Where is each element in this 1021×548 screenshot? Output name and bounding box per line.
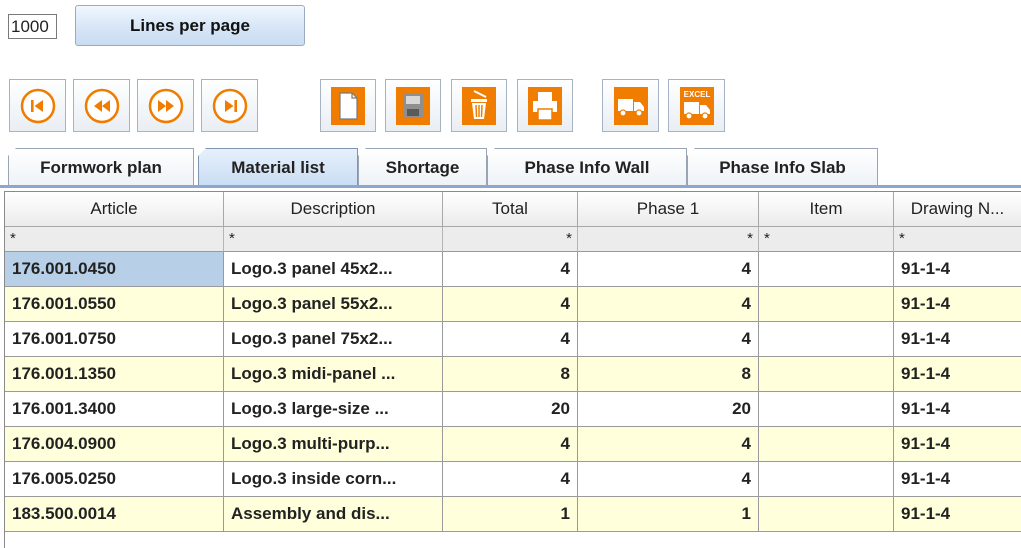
cell-total[interactable]: 4: [443, 252, 578, 287]
cell-phase-1[interactable]: 1: [578, 497, 759, 532]
previous-page-icon: [84, 88, 119, 123]
cell-description[interactable]: Assembly and dis...: [224, 497, 443, 532]
table-row[interactable]: 176.001.3400 Logo.3 large-size ... 20 20 91-…: [5, 392, 1021, 427]
tab-formwork-plan[interactable]: Formwork plan: [8, 148, 194, 186]
cell-article[interactable]: 176.004.0900: [5, 427, 224, 462]
table-row[interactable]: 176.004.0900 Logo.3 multi-purp... 4 4 91-1-4: [5, 427, 1021, 462]
save-icon: [396, 86, 430, 125]
filter-drawing-number[interactable]: *: [894, 227, 1021, 252]
first-page-icon: [20, 88, 55, 123]
cell-description[interactable]: Logo.3 panel 45x2...: [224, 252, 443, 287]
cell-article[interactable]: 176.005.0250: [5, 462, 224, 497]
cell-description[interactable]: Logo.3 panel 55x2...: [224, 287, 443, 322]
material-table: Article Description Total Phase 1 Item D…: [4, 191, 1021, 548]
table-row[interactable]: 183.500.0014 Assembly and dis... 1 1 91-1-4: [5, 497, 1021, 532]
first-page-button[interactable]: [9, 79, 66, 132]
new-document-icon: [331, 86, 365, 125]
cell-phase-1[interactable]: 4: [578, 322, 759, 357]
next-page-button[interactable]: [137, 79, 194, 132]
cell-phase-1[interactable]: 4: [578, 287, 759, 322]
excel-label: EXCEL: [683, 90, 710, 99]
save-button[interactable]: [385, 79, 441, 132]
cell-total[interactable]: 4: [443, 462, 578, 497]
cell-item[interactable]: [759, 287, 894, 322]
filter-total[interactable]: *: [443, 227, 578, 252]
next-page-icon: [148, 88, 183, 123]
lines-per-page-button[interactable]: Lines per page: [75, 5, 305, 46]
tab-phase-info-slab[interactable]: Phase Info Slab: [687, 148, 878, 186]
table-row[interactable]: 176.001.0450 Logo.3 panel 45x2... 4 4 91-1-4: [5, 252, 1021, 287]
cell-total[interactable]: 20: [443, 392, 578, 427]
tab-bar: Formwork plan Material list Shortage Pha…: [0, 148, 1021, 187]
print-icon: [528, 86, 562, 125]
cell-description[interactable]: Logo.3 panel 75x2...: [224, 322, 443, 357]
column-header-phase-1[interactable]: Phase 1: [578, 192, 759, 227]
excel-export-button[interactable]: EXCEL: [668, 79, 725, 132]
filter-item[interactable]: *: [759, 227, 894, 252]
cell-description[interactable]: Logo.3 inside corn...: [224, 462, 443, 497]
table-row[interactable]: 176.005.0250 Logo.3 inside corn... 4 4 91-1-…: [5, 462, 1021, 497]
cell-drawing-number[interactable]: 91-1-4: [894, 392, 1021, 427]
table-row[interactable]: 176.001.0550 Logo.3 panel 55x2... 4 4 91-1-4: [5, 287, 1021, 322]
tab-shortage[interactable]: Shortage: [358, 148, 487, 186]
cell-article[interactable]: 176.001.0750: [5, 322, 224, 357]
cell-article[interactable]: 176.001.1350: [5, 357, 224, 392]
cell-drawing-number[interactable]: 91-1-4: [894, 462, 1021, 497]
cell-phase-1[interactable]: 4: [578, 252, 759, 287]
delete-button[interactable]: [451, 79, 507, 132]
excel-export-icon: EXCEL: [679, 86, 714, 125]
cell-drawing-number[interactable]: 91-1-4: [894, 322, 1021, 357]
cell-phase-1[interactable]: 20: [578, 392, 759, 427]
cell-item[interactable]: [759, 357, 894, 392]
previous-page-button[interactable]: [73, 79, 130, 132]
tab-phase-info-wall[interactable]: Phase Info Wall: [487, 148, 687, 186]
cell-description[interactable]: Logo.3 large-size ...: [224, 392, 443, 427]
cell-article[interactable]: 176.001.0450: [5, 252, 224, 287]
cell-item[interactable]: [759, 497, 894, 532]
cell-total[interactable]: 8: [443, 357, 578, 392]
tab-material-list[interactable]: Material list: [198, 148, 358, 186]
cell-description[interactable]: Logo.3 multi-purp...: [224, 427, 443, 462]
column-header-drawing-number[interactable]: Drawing N...: [894, 192, 1021, 227]
cell-phase-1[interactable]: 8: [578, 357, 759, 392]
cell-total[interactable]: 1: [443, 497, 578, 532]
cell-total[interactable]: 4: [443, 322, 578, 357]
filter-phase-1[interactable]: *: [578, 227, 759, 252]
cell-drawing-number[interactable]: 91-1-4: [894, 497, 1021, 532]
filter-article[interactable]: *: [5, 227, 224, 252]
cell-drawing-number[interactable]: 91-1-4: [894, 287, 1021, 322]
delivery-truck-icon: [613, 86, 648, 125]
filter-description[interactable]: *: [224, 227, 443, 252]
tab-underline: [0, 185, 1021, 188]
cell-article[interactable]: 183.500.0014: [5, 497, 224, 532]
cell-item[interactable]: [759, 427, 894, 462]
column-header-description[interactable]: Description: [224, 192, 443, 227]
table-row[interactable]: 176.001.1350 Logo.3 midi-panel ... 8 8 91-1-…: [5, 357, 1021, 392]
print-button[interactable]: [517, 79, 573, 132]
column-header-item[interactable]: Item: [759, 192, 894, 227]
lines-per-page-input[interactable]: [8, 14, 57, 39]
cell-phase-1[interactable]: 4: [578, 462, 759, 497]
cell-drawing-number[interactable]: 91-1-4: [894, 427, 1021, 462]
cell-item[interactable]: [759, 462, 894, 497]
cell-drawing-number[interactable]: 91-1-4: [894, 252, 1021, 287]
cell-total[interactable]: 4: [443, 287, 578, 322]
cell-item[interactable]: [759, 322, 894, 357]
cell-article[interactable]: 176.001.0550: [5, 287, 224, 322]
delivery-button[interactable]: [602, 79, 659, 132]
cell-item[interactable]: [759, 392, 894, 427]
delete-icon: [462, 86, 496, 125]
column-header-article[interactable]: Article: [5, 192, 224, 227]
last-page-icon: [212, 88, 247, 123]
table-row[interactable]: 176.001.0750 Logo.3 panel 75x2... 4 4 91-1-4: [5, 322, 1021, 357]
cell-phase-1[interactable]: 4: [578, 427, 759, 462]
cell-total[interactable]: 4: [443, 427, 578, 462]
cell-description[interactable]: Logo.3 midi-panel ...: [224, 357, 443, 392]
column-header-total[interactable]: Total: [443, 192, 578, 227]
last-page-button[interactable]: [201, 79, 258, 132]
new-document-button[interactable]: [320, 79, 376, 132]
cell-item[interactable]: [759, 252, 894, 287]
cell-article[interactable]: 176.001.3400: [5, 392, 224, 427]
cell-drawing-number[interactable]: 91-1-4: [894, 357, 1021, 392]
